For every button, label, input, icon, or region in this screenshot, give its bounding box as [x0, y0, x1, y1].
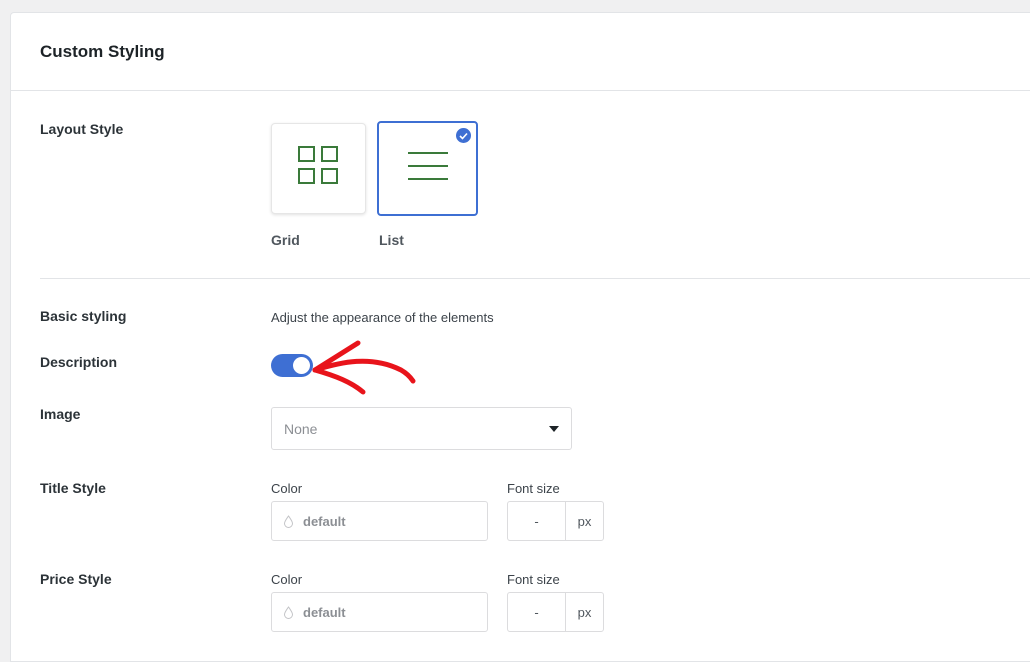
price-font-size-unit: px	[577, 604, 592, 620]
toggle-knob	[293, 357, 310, 374]
layout-option-grid[interactable]	[271, 123, 366, 214]
basic-styling-label: Basic styling	[40, 308, 127, 324]
title-color-label: Color	[271, 481, 303, 496]
basic-styling-helper: Adjust the appearance of the elements	[271, 310, 494, 325]
grid-option-label: Grid	[271, 232, 300, 248]
title-color-value: default	[303, 513, 346, 529]
section-divider	[40, 278, 1030, 279]
image-select[interactable]: None	[271, 407, 572, 450]
list-option-label: List	[379, 232, 404, 248]
description-label: Description	[40, 354, 118, 370]
selected-check-icon	[456, 128, 471, 143]
price-font-size-input[interactable]: -	[508, 593, 566, 631]
description-toggle[interactable]	[271, 354, 313, 377]
price-font-size-label: Font size	[507, 572, 560, 587]
price-color-value: default	[303, 604, 346, 620]
price-style-label: Price Style	[40, 571, 112, 587]
title-font-size-input[interactable]: -	[508, 502, 566, 540]
title-color-picker[interactable]: default	[271, 501, 488, 541]
annotation-arrow-icon	[312, 340, 416, 395]
title-font-size-field: - px	[507, 501, 604, 541]
price-color-picker[interactable]: default	[271, 592, 488, 632]
color-drop-icon	[283, 514, 294, 528]
price-color-label: Color	[271, 572, 303, 587]
list-icon	[406, 148, 450, 189]
panel-title: Custom Styling	[40, 42, 165, 61]
image-select-value: None	[284, 420, 318, 437]
layout-option-list[interactable]	[377, 121, 478, 216]
title-font-size-unit: px	[577, 513, 592, 529]
custom-styling-panel: Custom Styling Layout Style Grid List Ba…	[10, 12, 1030, 662]
color-drop-icon	[283, 605, 294, 619]
grid-icon	[297, 145, 341, 192]
title-font-size-label: Font size	[507, 481, 560, 496]
image-label: Image	[40, 406, 81, 422]
panel-header: Custom Styling	[11, 13, 1030, 91]
price-font-size-field: - px	[507, 592, 604, 632]
caret-down-icon	[549, 426, 559, 432]
title-style-label: Title Style	[40, 480, 106, 496]
layout-style-label: Layout Style	[40, 121, 124, 137]
